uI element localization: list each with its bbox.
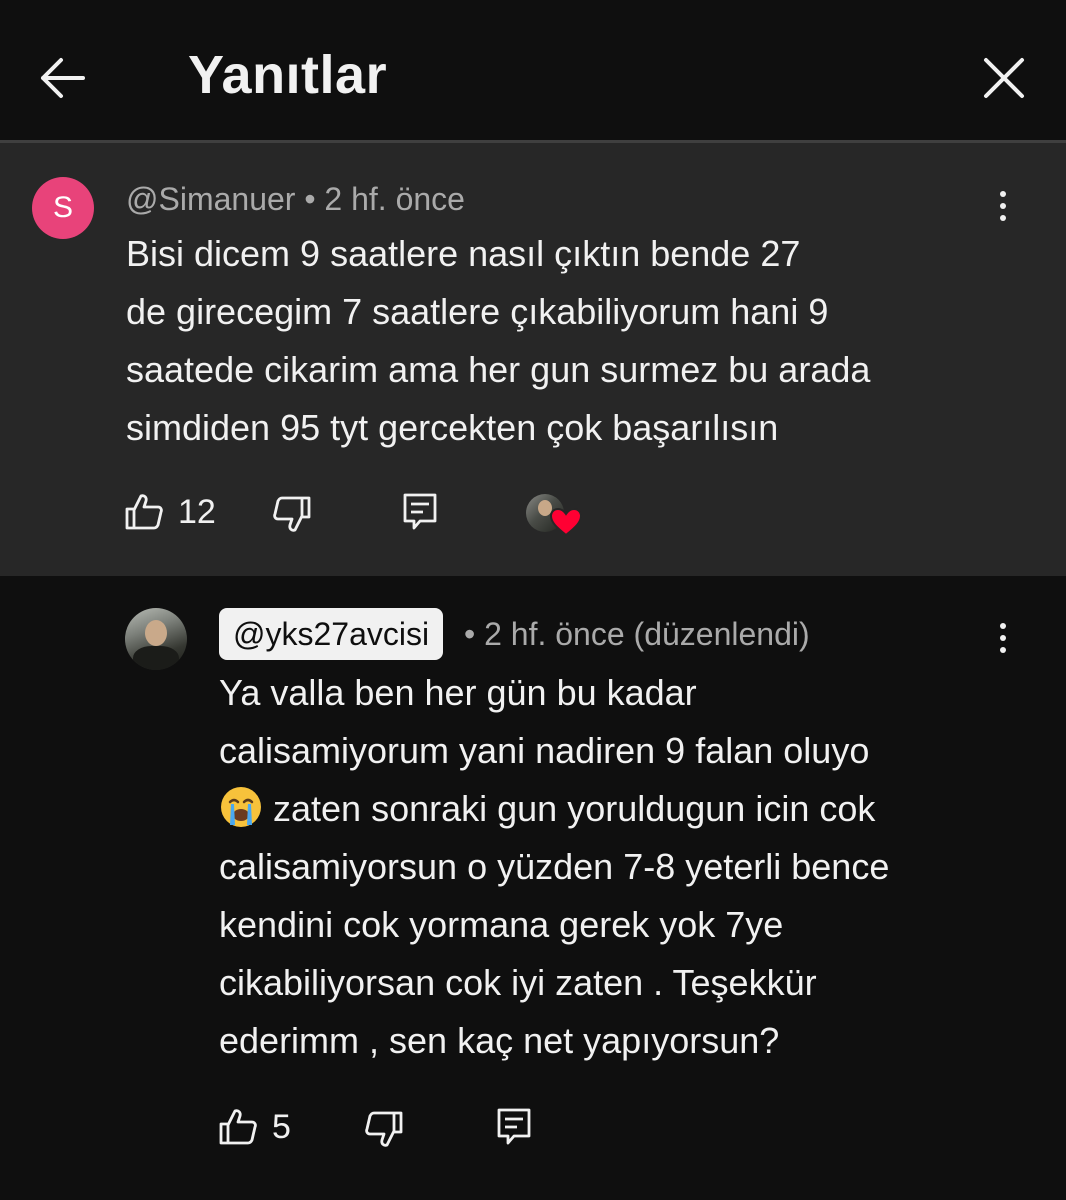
reply-button[interactable] <box>402 492 438 532</box>
back-button[interactable] <box>30 48 94 108</box>
comment-text-line: zaten sonraki gun yoruldugun icin cok <box>263 788 876 829</box>
dislike-button[interactable] <box>272 494 312 534</box>
more-options-button[interactable] <box>983 613 1023 663</box>
comment-text: Bisi dicem 9 saatlere nasıl çıktın bende… <box>126 233 871 448</box>
kebab-dot-icon <box>1000 203 1006 209</box>
dislike-button[interactable] <box>364 1109 404 1149</box>
page-title: Yanıtlar <box>188 45 388 105</box>
like-button[interactable]: 5 <box>218 1107 291 1147</box>
crying-face-emoji-icon <box>221 787 261 827</box>
header: Yanıtlar <box>0 0 1066 140</box>
heart-icon <box>550 508 582 536</box>
comment-meta: • 2 hf. önce (düzenlendi) <box>464 616 810 652</box>
comment-text-line: Ya valla ben her gün bu kadar <box>219 672 697 713</box>
avatar-letter: S <box>52 191 73 224</box>
thumbs-down-icon <box>273 496 311 532</box>
comment-text-line: calisamiyorum yani nadiren 9 falan oluyo <box>219 730 870 771</box>
comment-actions: 5 <box>218 1103 618 1159</box>
thumbs-up-icon <box>125 494 163 530</box>
avatar[interactable] <box>125 608 187 670</box>
comment-actions: 12 <box>124 488 624 544</box>
more-options-button[interactable] <box>983 181 1023 231</box>
like-count: 12 <box>178 492 216 531</box>
comment-icon <box>403 493 437 530</box>
arrow-left-icon <box>41 58 85 98</box>
like-button[interactable]: 12 <box>124 492 216 532</box>
avatar[interactable]: S <box>32 177 94 239</box>
kebab-dot-icon <box>1000 647 1006 653</box>
kebab-dot-icon <box>1000 623 1006 629</box>
thumbs-up-icon <box>219 1109 257 1145</box>
reply-button[interactable] <box>496 1107 532 1147</box>
comment-text: Ya valla ben her gün bu kadar calisamiyo… <box>219 664 889 1070</box>
avatar-suit <box>133 646 179 670</box>
parent-comment: S @Simanuer • 2 hf. önce Bisi dicem 9 sa… <box>0 143 1066 576</box>
author-badge[interactable]: @yks27avcisi <box>219 608 444 660</box>
comment-icon <box>497 1108 531 1145</box>
creator-heart <box>526 490 586 540</box>
kebab-dot-icon <box>1000 191 1006 197</box>
kebab-dot-icon <box>1000 635 1006 641</box>
kebab-dot-icon <box>1000 215 1006 221</box>
like-count: 5 <box>272 1107 291 1146</box>
close-button[interactable] <box>972 48 1036 108</box>
comment-meta: @Simanuer • 2 hf. önce <box>126 181 465 217</box>
reply-comment: @yks27avcisi • 2 hf. önce (düzenlendi) Y… <box>0 576 1066 1200</box>
close-icon <box>984 58 1024 98</box>
thumbs-down-icon <box>365 1111 403 1147</box>
comment-text-rest: calisamiyorsun o yüzden 7-8 yeterli benc… <box>219 846 890 1061</box>
avatar-face <box>145 620 167 646</box>
